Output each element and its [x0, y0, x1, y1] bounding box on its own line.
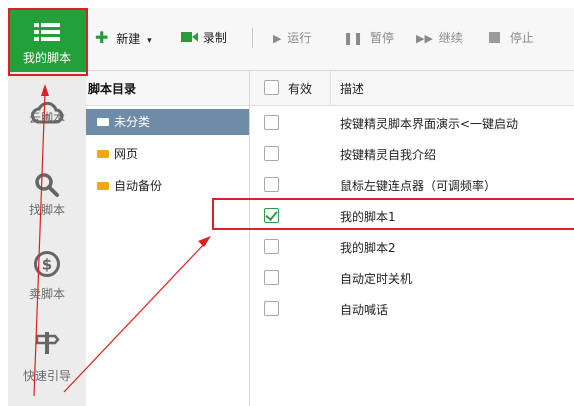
annotation-arrow-line: [33, 91, 46, 397]
annotation-arrowhead: [41, 84, 49, 96]
annotation-arrow-line: [63, 241, 207, 393]
annotation-arrows: [33, 84, 211, 397]
annotation-arrowhead: [198, 236, 211, 247]
